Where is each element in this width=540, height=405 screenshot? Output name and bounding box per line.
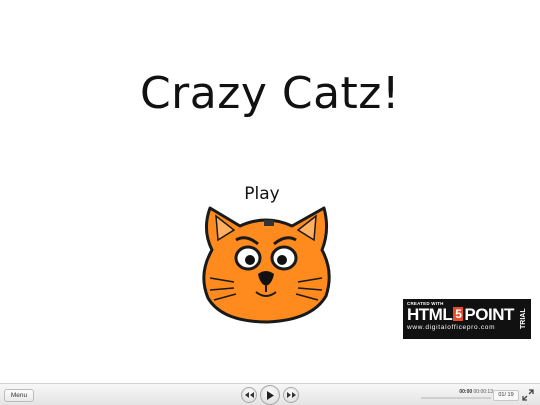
cat-image[interactable]	[196, 200, 336, 325]
slide-title: Crazy Catz!	[139, 68, 401, 119]
rewind-icon	[244, 392, 254, 398]
progress-bar[interactable]	[421, 397, 491, 399]
total-time: 00:00:13	[473, 389, 493, 395]
html5-logo-icon: 5	[453, 307, 464, 321]
fast-forward-icon	[286, 392, 296, 398]
current-time: 00:00	[459, 389, 473, 395]
time-display: 00:00 00:00:13	[437, 389, 493, 395]
slide-counter[interactable]: 01/ 19	[493, 390, 519, 401]
badge-brand: HTML 5 POINT	[407, 306, 527, 324]
badge-brand-html: HTML	[407, 305, 453, 324]
player-control-bar: Menu 00:00 00:00:13 01/ 19	[0, 383, 540, 405]
previous-slide-button[interactable]	[241, 387, 257, 403]
slide-canvas: Crazy Catz! Play CREATED WITH HTML 5 POINT…	[0, 0, 540, 383]
badge-brand-point: POINT	[464, 305, 514, 324]
badge-trial: TRIAL	[520, 308, 527, 330]
badge-url: www.digitalofficepro.com	[407, 324, 496, 331]
play-icon	[267, 390, 274, 400]
html5point-trial-badge[interactable]: CREATED WITH HTML 5 POINT www.digitaloffic…	[403, 299, 531, 339]
expand-icon[interactable]	[522, 389, 534, 401]
cat-head-tuft	[264, 220, 274, 226]
play-pause-button[interactable]	[260, 385, 280, 405]
cat-left-pupil	[245, 255, 255, 265]
next-slide-button[interactable]	[283, 387, 299, 403]
menu-button[interactable]: Menu	[4, 389, 34, 402]
cat-right-pupil	[277, 255, 287, 265]
